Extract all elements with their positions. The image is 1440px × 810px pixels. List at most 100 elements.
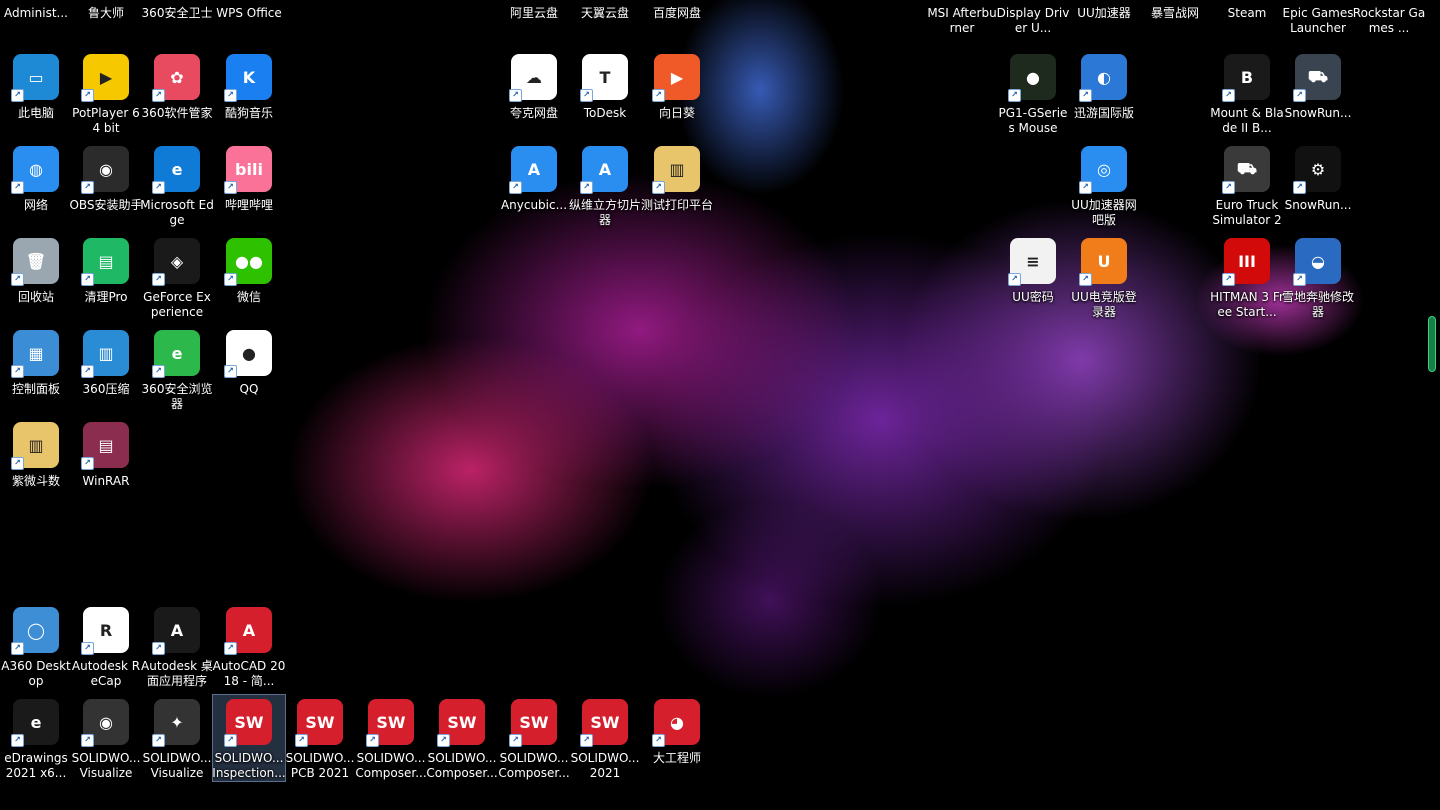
desktop-shortcut[interactable]: 天翼云盘 [569, 0, 641, 21]
desktop-shortcut-label: UU加速器网吧版 [1071, 198, 1137, 227]
desktop-shortcut[interactable]: ▥ ↗ 360压缩 [70, 326, 142, 397]
shortcut-arrow-icon: ↗ [81, 642, 94, 655]
desktop-shortcut-label: 网络 [23, 198, 48, 212]
desktop-shortcut[interactable]: UU加速器 [1068, 0, 1140, 21]
desktop-shortcut[interactable]: A ↗ AutoCAD 2018 - 简... [213, 603, 285, 689]
desktop-shortcut[interactable]: Steam [1211, 0, 1283, 21]
desktop-shortcut[interactable]: Display Driver U... [997, 0, 1070, 36]
shortcut-arrow-icon: ↗ [580, 89, 593, 102]
potplayer-icon: ▶ ↗ [81, 54, 129, 102]
euro-truck-icon: ⛟ ↗ [1222, 146, 1270, 194]
desktop-shortcut[interactable]: ▶ ↗ 向日葵 [641, 50, 713, 121]
desktop-shortcut[interactable]: SW ↗ SOLIDWO... Inspection... [212, 694, 286, 782]
desktop-shortcut[interactable]: ◕ ↗ 大工程师 [641, 695, 713, 766]
desktop-shortcut[interactable]: ▦ ↗ 控制面板 [0, 326, 72, 397]
desktop-shortcut[interactable]: SW ↗ SOLIDWO... Composer... [355, 695, 427, 781]
desktop-shortcut[interactable]: A ↗ Anycubic... [498, 142, 570, 213]
shortcut-arrow-icon: ↗ [224, 734, 237, 747]
desktop-shortcut-label: Microsoft Edge [140, 198, 214, 227]
shortcut-arrow-icon: ↗ [1222, 89, 1235, 102]
todesk-icon: T ↗ [580, 54, 628, 102]
shortcut-arrow-icon: ↗ [224, 273, 237, 286]
desktop-shortcut[interactable]: ≡ ↗ UU密码 [997, 234, 1069, 305]
desktop-shortcut[interactable]: B ↗ Mount & Blade II B... [1210, 50, 1284, 136]
desktop-shortcut[interactable]: ⚙ ↗ SnowRun... [1282, 142, 1354, 213]
desktop-shortcut[interactable]: e ↗ 360安全浏览器 [141, 326, 213, 412]
desktop-shortcut[interactable]: e ↗ Microsoft Edge [140, 142, 214, 228]
desktop-shortcut[interactable]: ▥ ↗ 测试打印平台 [641, 142, 713, 213]
desktop-shortcut-label: UU电竞版登录器 [1071, 290, 1137, 319]
desktop-shortcut[interactable]: T ↗ ToDesk [569, 50, 641, 121]
desktop-shortcut-label: Autodesk ReCap [71, 659, 141, 688]
desktop-shortcut[interactable]: ◐ ↗ 迅游国际版 [1068, 50, 1140, 121]
desktop-shortcut-label: 酷狗音乐 [224, 106, 273, 120]
desktop-shortcut[interactable]: 鲁大师 [70, 0, 142, 21]
desktop-shortcut[interactable]: ▭ ↗ 此电脑 [0, 50, 72, 121]
desktop-shortcut[interactable]: e ↗ eDrawings 2021 x6... [0, 695, 72, 781]
desktop-shortcut-label: SOLIDWO... Visualize 2... [71, 751, 141, 780]
autocad-icon: A ↗ [224, 607, 272, 655]
desktop-shortcut[interactable]: A ↗ 纵维立方切片器 [569, 142, 641, 228]
shortcut-arrow-icon: ↗ [509, 181, 522, 194]
desktop-shortcut[interactable]: ✿ ↗ 360软件管家 [141, 50, 213, 121]
desktop-shortcut[interactable]: SW ↗ SOLIDWO... Composer... [498, 695, 570, 781]
desktop-shortcut-label: Rockstar Games ... [1352, 6, 1426, 35]
desktop-shortcut[interactable]: MSI Afterburner [926, 0, 998, 36]
shortcut-arrow-icon: ↗ [295, 734, 308, 747]
desktop-shortcut[interactable]: ● ↗ PG1-GSeries Mouse [997, 50, 1069, 136]
shortcut-arrow-icon: ↗ [81, 457, 94, 470]
desktop-shortcut[interactable]: ◎ ↗ UU加速器网吧版 [1068, 142, 1140, 228]
desktop-shortcut[interactable]: 阿里云盘 [498, 0, 570, 21]
desktop-shortcut[interactable]: ▤ ↗ WinRAR [70, 418, 142, 489]
desktop-shortcut-label: 迅游国际版 [1073, 106, 1134, 120]
a360-icon: ◯ ↗ [11, 607, 59, 655]
shortcut-arrow-icon: ↗ [1293, 181, 1306, 194]
desktop-shortcut[interactable]: ●● ↗ 微信 [213, 234, 285, 305]
desktop-shortcut-label: AutoCAD 2018 - 简... [212, 659, 286, 688]
hitman-icon: III ↗ [1222, 238, 1270, 286]
desktop-shortcut[interactable]: SW ↗ SOLIDWO... 2021 [569, 695, 641, 781]
shortcut-arrow-icon: ↗ [224, 365, 237, 378]
desktop-shortcut[interactable]: SW ↗ SOLIDWO... Composer... [426, 695, 498, 781]
wechat-icon: ●● ↗ [224, 238, 272, 286]
desktop-shortcut[interactable]: U ↗ UU电竞版登录器 [1068, 234, 1140, 320]
desktop-shortcut[interactable]: ⛟ ↗ SnowRun... [1282, 50, 1354, 121]
desktop-shortcut[interactable]: ▶ ↗ PotPlayer 64 bit [70, 50, 142, 136]
desktop-shortcut[interactable]: Administ... [0, 0, 72, 21]
desktop-shortcut[interactable]: ◒ ↗ 雪地奔驰修改器 [1282, 234, 1354, 320]
desktop-shortcut[interactable]: Epic Games Launcher [1282, 0, 1354, 36]
desktop-shortcut[interactable]: R ↗ Autodesk ReCap [70, 603, 142, 689]
geforce-icon: ◈ ↗ [152, 238, 200, 286]
desktop-shortcut-label: 紫微斗数 [11, 474, 60, 488]
desktop-shortcut-label: SnowRun... [1284, 106, 1352, 120]
desktop-shortcut[interactable]: 360安全卫士 [141, 0, 213, 21]
desktop-shortcut[interactable]: ◈ ↗ GeForce Experience [141, 234, 213, 320]
desktop-shortcut[interactable]: SW ↗ SOLIDWO... PCB 2021 [284, 695, 356, 781]
desktop-shortcut[interactable]: WPS Office [213, 0, 285, 21]
desktop-shortcut[interactable]: Rockstar Games ... [1353, 0, 1425, 36]
desktop-shortcut[interactable]: bili ↗ 哔哩哔哩 [213, 142, 285, 213]
desktop-shortcut[interactable]: ☁ ↗ 夸克网盘 [498, 50, 570, 121]
quark-drive-icon: ☁ ↗ [509, 54, 557, 102]
desktop-shortcut[interactable]: ● ↗ QQ [213, 326, 285, 397]
desktop-scroll-handle[interactable] [1428, 316, 1436, 372]
shortcut-arrow-icon: ↗ [11, 642, 24, 655]
desktop-shortcut[interactable]: K ↗ 酷狗音乐 [213, 50, 285, 121]
desktop-shortcut[interactable]: ✦↗ SOLIDWO... Visualize B... [141, 695, 213, 781]
desktop-shortcut[interactable]: 🗑 ↗ 回收站 [0, 234, 72, 305]
desktop-shortcut[interactable]: ▤ ↗ 清理Pro [70, 234, 142, 305]
desktop-shortcut[interactable]: ◯ ↗ A360 Desktop [0, 603, 72, 689]
desktop-shortcut[interactable]: 百度网盘 [641, 0, 713, 21]
desktop-shortcut[interactable]: ▥ ↗ 紫微斗数 [0, 418, 72, 489]
desktop-shortcut-label: 大工程师 [652, 751, 701, 765]
desktop-shortcut[interactable]: ◉ ↗ OBS安装助手 [69, 142, 143, 213]
desktop-shortcut-label: SOLIDWO... 2021 [570, 751, 640, 780]
desktop-shortcut[interactable]: ◉↗ SOLIDWO... Visualize 2... [70, 695, 142, 781]
desktop-shortcut[interactable]: ◍ ↗ 网络 [0, 142, 72, 213]
desktop-shortcut[interactable]: A ↗ Autodesk 桌面应用程序 [141, 603, 213, 689]
desktop-shortcut-label: Autodesk 桌面应用程序 [141, 659, 213, 688]
desktop-shortcut[interactable]: III ↗ HITMAN 3 Free Start... [1210, 234, 1284, 320]
shortcut-arrow-icon: ↗ [81, 181, 94, 194]
desktop-shortcut[interactable]: 暴雪战网 [1139, 0, 1211, 21]
desktop-shortcut[interactable]: ⛟ ↗ Euro Truck Simulator 2 [1211, 142, 1283, 228]
